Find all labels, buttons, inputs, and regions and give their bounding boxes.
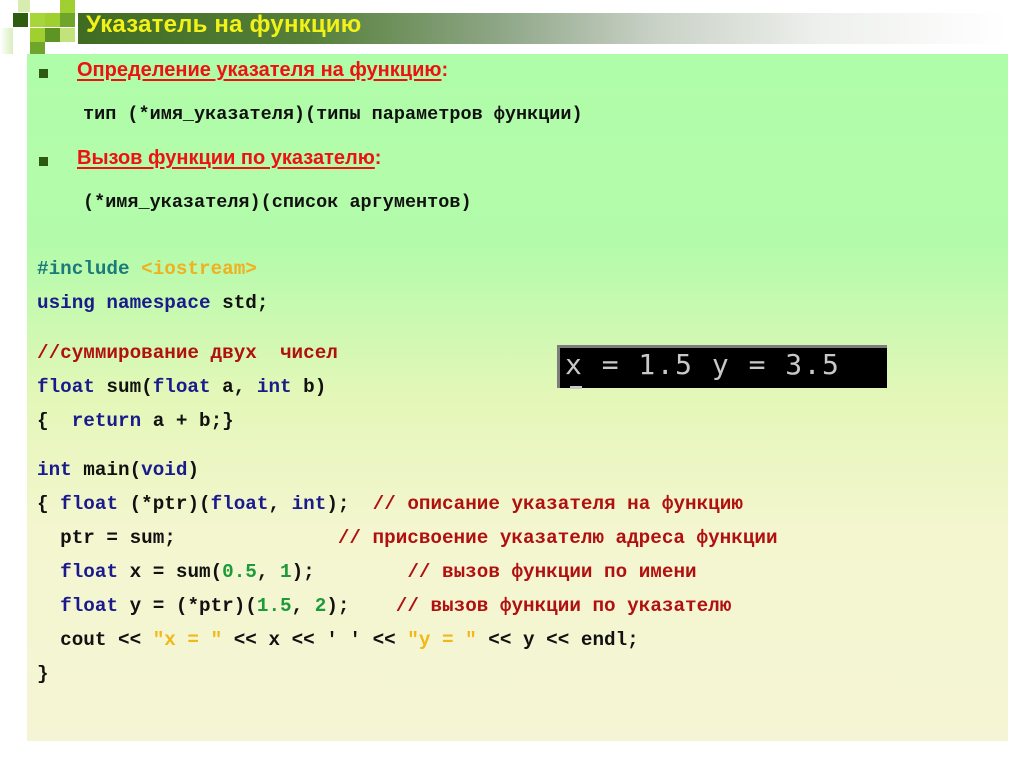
console-cursor [570,386,582,389]
bullet-marker [39,69,48,78]
decor-square [45,13,60,27]
console-output-window: x = 1.5 y = 3.5 [557,345,887,389]
code-line-include: #include <iostream> [37,258,257,280]
console-output-text: x = 1.5 y = 3.5 [565,348,841,381]
definition-syntax: тип (*имя_указателя)(типы параметров фун… [83,104,583,125]
call-heading: Вызов функции по указателю: [77,147,382,169]
call-heading-text: Вызов функции по указателю [77,147,375,169]
code-line-sum-body: { return a + b;} [37,410,234,432]
decor-square [13,13,28,27]
code-line-main-signature: int main(void) [37,459,200,481]
code-line-ptr-declaration: { float (*ptr)(float, int); // описание … [37,493,743,515]
decor-square [60,0,75,13]
code-comment-sum: //суммирование двух чисел [37,342,338,364]
code-line-sum-signature: float sum(float a, int b) [37,376,327,398]
code-line-cout: cout << "x = " << x << ' ' << "y = " << … [37,629,639,651]
decor-square [18,0,30,12]
slide-title: Указатель на функцию [86,11,362,38]
code-line-ptr-assign: ptr = sum; // присвоение указателю адрес… [37,527,778,549]
definition-heading-text: Определение указателя на функцию [77,59,442,81]
code-line-call-by-pointer: float y = (*ptr)(1.5, 2); // вызов функц… [60,595,732,617]
decor-square [0,28,13,54]
decor-square [60,28,75,42]
decor-square [30,13,45,27]
code-line-close-brace: } [37,663,49,685]
code-line-call-by-name: float x = sum(0.5, 1); // вызов функции … [60,561,697,583]
definition-heading: Определение указателя на функцию: [77,59,449,81]
decor-square [30,28,45,42]
code-line-using: using namespace std; [37,292,269,314]
bullet-marker [39,157,48,166]
decor-square [45,28,60,42]
decor-square [60,13,75,27]
call-syntax: (*имя_указателя)(список аргументов) [83,192,472,213]
decor-square [30,42,45,54]
